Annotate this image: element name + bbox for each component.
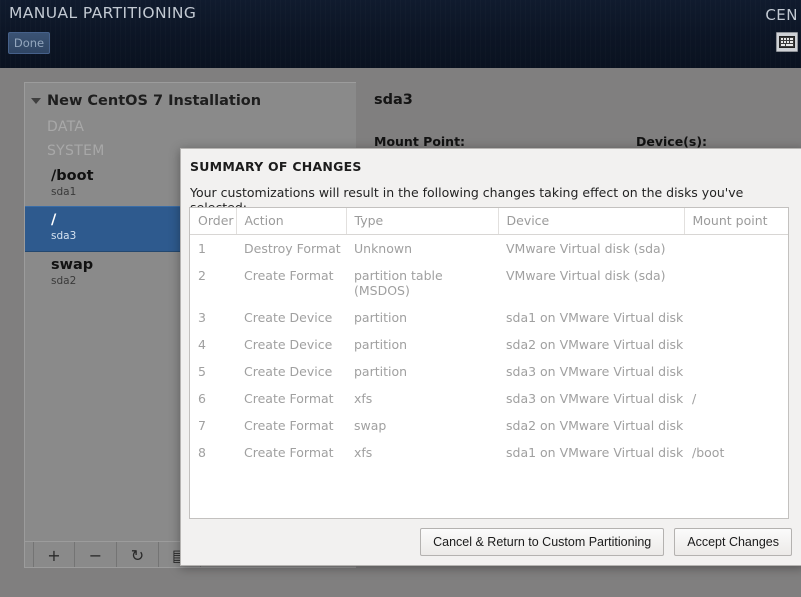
table-row[interactable]: 7 Create Format swap sda2 on VMware Virtual… <box>190 412 788 439</box>
cell-mount: /boot <box>692 445 725 460</box>
cell-action: Create Format <box>244 445 334 460</box>
cell-mount <box>684 358 788 385</box>
cell-order: 3 <box>198 310 206 325</box>
summary-of-changes-dialog: SUMMARY OF CHANGES Your customizations w… <box>180 148 801 566</box>
cell-device: sda1 on VMware Virtual disk <box>506 445 684 460</box>
cell-device: sda2 on VMware Virtual disk <box>506 337 684 352</box>
table-row[interactable]: 8 Create Format xfs sda1 on VMware Virtual … <box>190 439 788 466</box>
cell-action: Create Device <box>244 364 333 379</box>
table-row[interactable]: 3 Create Device partition sda1 on VMware Vi… <box>190 304 788 331</box>
cell-mount <box>684 235 788 263</box>
dialog-title: SUMMARY OF CHANGES <box>190 159 362 174</box>
cell-order: 2 <box>198 268 206 283</box>
cell-type: xfs <box>354 391 373 406</box>
cell-type: xfs <box>354 445 373 460</box>
table-row[interactable]: 6 Create Format xfs sda3 on VMware Virtual … <box>190 385 788 412</box>
reload-icon[interactable]: ↻ <box>117 542 159 567</box>
column-header-type: Type <box>346 208 499 235</box>
cell-type: partition <box>354 337 408 352</box>
cell-type: partition table (MSDOS) <box>354 268 443 298</box>
plus-icon[interactable]: + <box>33 542 75 567</box>
table-row[interactable]: 1 Destroy Format Unknown VMware Virtual dis… <box>190 235 788 263</box>
mount-point-label: Mount Point: <box>374 134 466 149</box>
tree-root-label: New CentOS 7 Installation <box>47 93 262 109</box>
cell-type: partition <box>354 310 408 325</box>
column-header-action: Action <box>236 208 347 235</box>
column-header-order: Order <box>190 208 237 235</box>
cell-mount <box>684 262 788 304</box>
cell-type: partition <box>354 364 408 379</box>
cell-device: sda2 on VMware Virtual disk <box>506 418 684 433</box>
cell-device: VMware Virtual disk (sda) <box>506 268 666 283</box>
minus-icon[interactable]: − <box>75 542 117 567</box>
cell-action: Create Format <box>244 391 334 406</box>
dialog-footer: Cancel & Return to Custom Partitioning A… <box>181 519 801 565</box>
table-header-row: Order Action Type Device Mount point <box>190 208 788 235</box>
cell-type: swap <box>354 418 387 433</box>
cell-order: 5 <box>198 364 206 379</box>
cell-order: 8 <box>198 445 206 460</box>
devices-label: Device(s): <box>636 134 708 149</box>
detail-title: sda3 <box>374 92 413 108</box>
cell-action: Create Format <box>244 268 334 283</box>
cell-order: 7 <box>198 418 206 433</box>
cell-mount <box>684 304 788 331</box>
tree-root[interactable]: New CentOS 7 Installation <box>25 83 356 115</box>
cell-mount <box>684 412 788 439</box>
cell-type: Unknown <box>354 241 413 256</box>
cell-device: VMware Virtual disk (sda) <box>506 241 666 256</box>
cell-action: Create Device <box>244 310 333 325</box>
brand-label: CEN <box>765 6 798 24</box>
changes-table-body: 1 Destroy Format Unknown VMware Virtual dis… <box>190 235 788 467</box>
table-row[interactable]: 2 Create Format partition table (MSDOS) VMw… <box>190 262 788 304</box>
cancel-return-button[interactable]: Cancel & Return to Custom Partitioning <box>420 528 665 556</box>
cell-action: Create Format <box>244 418 334 433</box>
accept-changes-button[interactable]: Accept Changes <box>674 528 792 556</box>
installer-screen: MANUAL PARTITIONING Done CEN New CentOS … <box>0 0 801 597</box>
cell-order: 1 <box>198 241 206 256</box>
cell-order: 6 <box>198 391 206 406</box>
column-header-device: Device <box>498 208 685 235</box>
chevron-down-icon[interactable] <box>31 98 41 104</box>
cell-mount: / <box>692 391 697 406</box>
group-label-data: DATA <box>47 119 85 135</box>
column-header-mount: Mount point <box>684 208 788 235</box>
page-title: MANUAL PARTITIONING <box>9 4 197 22</box>
cell-device: sda3 on VMware Virtual disk <box>506 391 684 406</box>
cell-mount <box>684 331 788 358</box>
cell-order: 4 <box>198 337 206 352</box>
cell-action: Destroy Format <box>244 241 341 256</box>
table-row[interactable]: 5 Create Device partition sda3 on VMware Vi… <box>190 358 788 385</box>
cell-action: Create Device <box>244 337 333 352</box>
done-button[interactable]: Done <box>8 32 50 54</box>
keyboard-layout-icon[interactable] <box>776 32 798 52</box>
cell-device: sda1 on VMware Virtual disk <box>506 310 684 325</box>
table-row[interactable]: 4 Create Device partition sda2 on VMware Vi… <box>190 331 788 358</box>
cell-device: sda3 on VMware Virtual disk <box>506 364 684 379</box>
app-header: MANUAL PARTITIONING Done CEN <box>0 0 801 68</box>
changes-table-container[interactable]: Order Action Type Device Mount point 1 De… <box>189 207 789 519</box>
changes-table: Order Action Type Device Mount point 1 De… <box>190 208 788 466</box>
